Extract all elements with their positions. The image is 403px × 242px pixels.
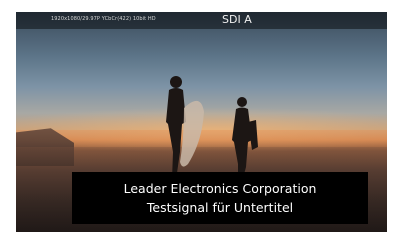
surfer-left xyxy=(166,76,204,180)
surfer-right xyxy=(232,97,258,182)
subtitle-box: Leader Electronics Corporation Testsigna… xyxy=(72,172,368,224)
video-monitor: 1920x1080/29.97P YCbCr(422) 10bit HD SDI… xyxy=(16,12,387,232)
subtitle-line-1: Leader Electronics Corporation xyxy=(123,181,317,196)
input-source-label: SDI A xyxy=(222,13,252,26)
signal-format-label: 1920x1080/29.97P YCbCr(422) 10bit HD xyxy=(51,16,156,22)
subtitle-line-2: Testsignal für Untertitel xyxy=(146,200,294,215)
status-bar: 1920x1080/29.97P YCbCr(422) 10bit HD SDI… xyxy=(16,12,387,29)
